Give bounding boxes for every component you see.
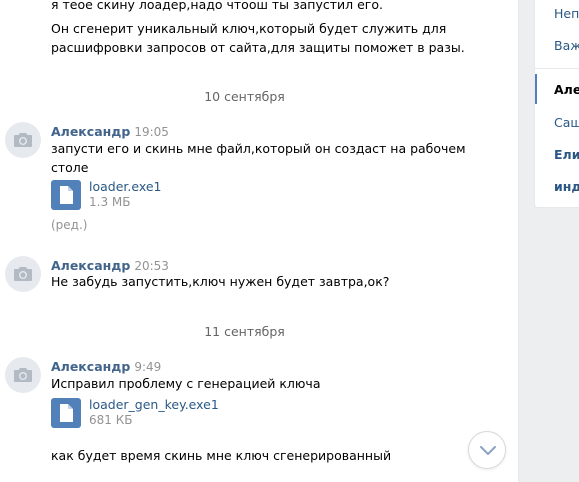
date-separator: 10 сентября (204, 89, 285, 104)
author-name[interactable]: Александр (51, 359, 130, 374)
message-text-line: я теое скину лоадер,надо чтоош ты запуст… (51, 0, 383, 12)
file-name[interactable]: loader.exe1 (89, 179, 162, 194)
menu-divider (535, 68, 579, 69)
message-text-line: Исправил проблему с генерацией ключа (51, 376, 321, 391)
document-icon (51, 180, 81, 210)
camera-icon (14, 133, 32, 147)
menu-item-unread[interactable]: Непр (554, 6, 579, 21)
camera-icon (14, 368, 32, 382)
message-time[interactable]: 20:53 (134, 259, 169, 273)
message-time[interactable]: 9:49 (134, 360, 161, 374)
menu-item-conversation-active[interactable]: Алек (554, 82, 579, 97)
author-name[interactable]: Александр (51, 258, 130, 273)
author-name[interactable]: Александр (51, 124, 130, 139)
file-size: 1.3 МБ (89, 195, 131, 209)
menu-item-conversation[interactable]: инд (554, 179, 579, 194)
message-text-line: как будет время скинь мне ключ сгенериро… (51, 448, 392, 463)
date-separator: 11 сентября (204, 324, 285, 339)
message-time[interactable]: 19:05 (134, 125, 169, 139)
avatar[interactable] (5, 357, 41, 393)
chevron-down-icon (480, 446, 496, 455)
message-author: Александр 20:53 (51, 258, 169, 273)
message-text-line: запусти его и скинь мне файл,который он … (51, 141, 466, 156)
message-text-line: Не забудь запустить,ключ нужен будет зав… (51, 274, 390, 289)
edited-mark[interactable]: (ред.) (51, 218, 87, 232)
message-author: Александр 19:05 (51, 124, 169, 139)
menu-item-conversation[interactable]: Елис (554, 147, 579, 162)
avatar[interactable] (5, 256, 41, 292)
document-icon (51, 398, 81, 428)
chat-history: я теое скину лоадер,надо чтоош ты запуст… (0, 0, 519, 482)
message-text-line: столе (51, 160, 89, 175)
message-text-line: расшифровки запросов от сайта,для защиты… (51, 40, 465, 55)
file-name[interactable]: loader_gen_key.exe1 (89, 397, 219, 412)
conversation-filter-menu: Непр Важ Алек Саш Елис инд (534, 0, 579, 208)
camera-icon (14, 267, 32, 281)
avatar[interactable] (5, 122, 41, 158)
active-indicator (535, 74, 537, 104)
message-text-line: Он сгенерит уникальный ключ,который буде… (51, 21, 447, 36)
file-size: 681 КБ (89, 413, 133, 427)
message-author: Александр 9:49 (51, 359, 161, 374)
menu-item-conversation[interactable]: Саш (554, 115, 579, 130)
scroll-down-button[interactable] (468, 431, 506, 469)
menu-item-important[interactable]: Важ (554, 38, 579, 53)
